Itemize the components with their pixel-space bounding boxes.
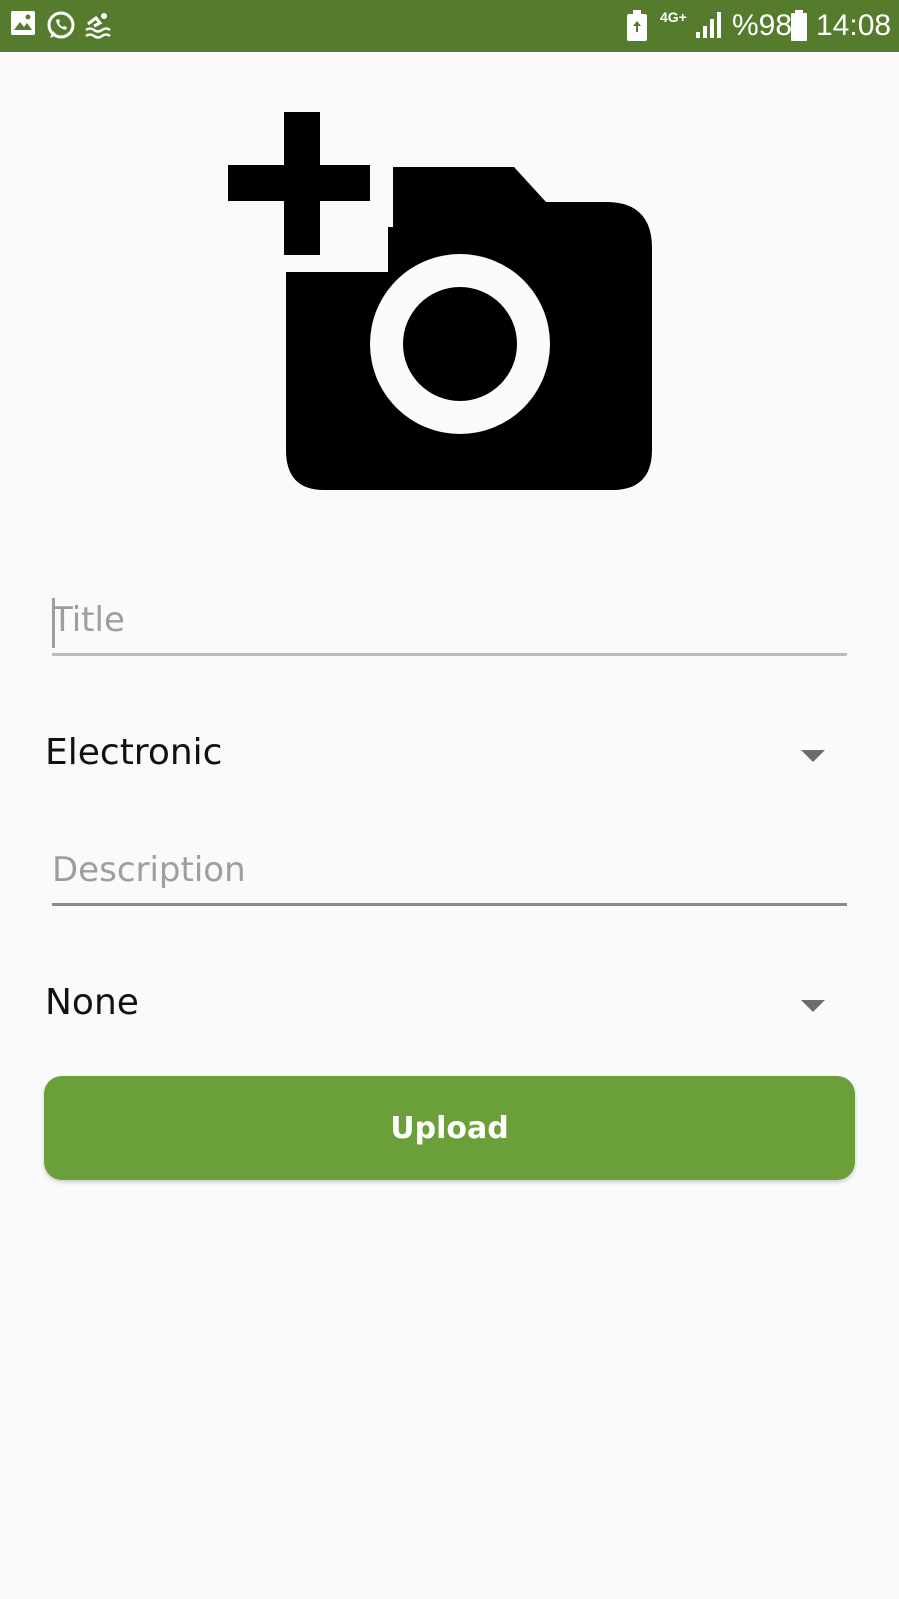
- whatsapp-icon: [47, 11, 75, 39]
- dropdown-arrow-icon: [801, 750, 825, 762]
- text-cursor: [52, 598, 55, 648]
- clock: 14:08: [816, 9, 892, 42]
- title-input[interactable]: [52, 590, 847, 650]
- dropdown-arrow-icon: [801, 1000, 825, 1012]
- title-underline: [52, 653, 847, 656]
- description-underline: [52, 903, 847, 906]
- image-icon: [11, 11, 35, 35]
- battery-saver-icon: [627, 10, 647, 41]
- battery-percent: %98: [732, 9, 793, 42]
- add-a-photo-icon[interactable]: [228, 112, 652, 502]
- title-field[interactable]: [52, 590, 847, 656]
- signal-icon: [696, 12, 721, 38]
- status-bar: 4G+ %98 14:08: [0, 0, 899, 52]
- network-type: 4G+: [660, 9, 687, 25]
- category-value: Electronic: [45, 732, 223, 773]
- upload-button[interactable]: Upload: [44, 1076, 855, 1180]
- option-value: None: [45, 982, 139, 1023]
- option-dropdown[interactable]: None: [45, 976, 825, 1036]
- category-dropdown[interactable]: Electronic: [45, 726, 825, 786]
- battery-icon: [791, 10, 807, 41]
- description-input[interactable]: [52, 840, 847, 900]
- description-field[interactable]: [52, 840, 847, 906]
- swim-icon: [85, 13, 111, 39]
